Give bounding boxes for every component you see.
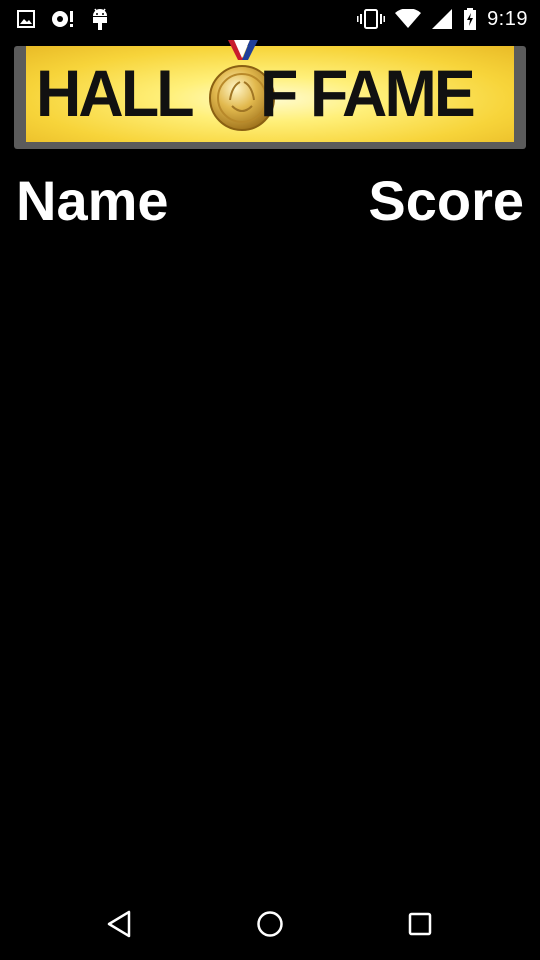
system-status-icons: 9:19: [357, 6, 528, 32]
score-column-header: Score: [368, 169, 524, 232]
wifi-icon: [395, 9, 422, 28]
android-debug-icon: [93, 8, 107, 30]
hall-of-fame-banner-frame: HALL F FAME: [14, 40, 526, 149]
back-button[interactable]: [100, 904, 140, 944]
hall-of-fame-banner: HALL F FAME: [26, 40, 514, 142]
status-clock: 9:19: [487, 8, 528, 30]
sync-alert-icon: [52, 11, 73, 27]
back-icon: [107, 910, 131, 938]
score-list: [0, 240, 540, 880]
name-column-header: Name: [16, 169, 169, 232]
recents-icon: [408, 912, 432, 936]
home-button[interactable]: [250, 904, 290, 944]
hall-of-fame-screen: 9:19 HALL F FAME Name Score: [0, 0, 540, 960]
signal-icon: [432, 9, 453, 29]
status-bar: 9:19: [0, 0, 540, 38]
recents-button[interactable]: [400, 904, 440, 944]
battery-charging-icon: [464, 8, 477, 30]
image-icon: [17, 10, 35, 28]
vibrate-icon: [357, 9, 386, 29]
navigation-bar: [0, 888, 540, 960]
notification-icons: [16, 7, 110, 31]
home-icon: [257, 911, 283, 937]
banner-title-left: HALL: [36, 56, 195, 130]
banner-title-right: F FAME: [260, 56, 476, 130]
